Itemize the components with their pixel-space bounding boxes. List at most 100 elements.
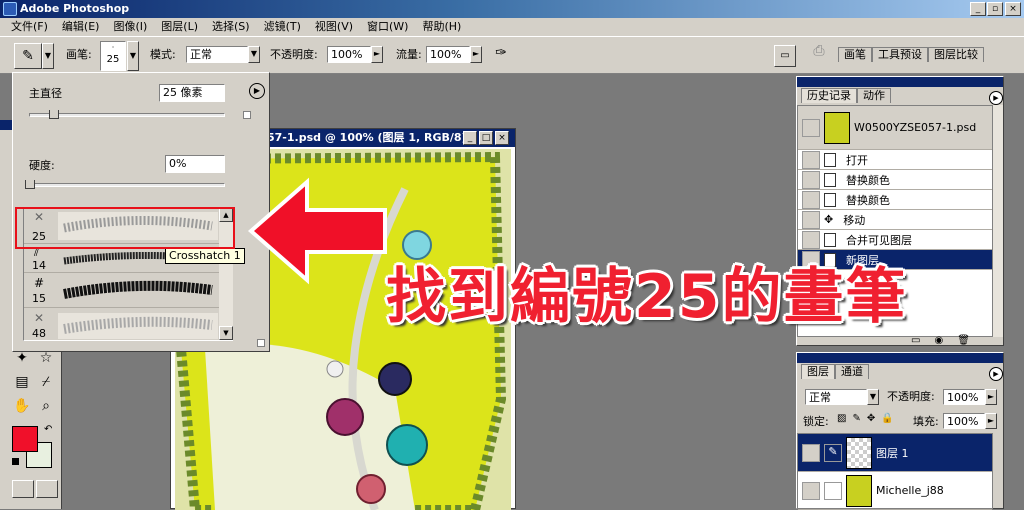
file-browser-icon[interactable]: ▭	[774, 45, 796, 67]
snapshot-brush-icon	[802, 118, 820, 137]
lock-all-icon[interactable]: 🔒	[881, 413, 893, 424]
history-source-checkbox[interactable]	[802, 210, 820, 229]
history-item-label: 替换颜色	[846, 173, 890, 187]
menu-select[interactable]: 选择(S)	[205, 18, 257, 36]
diameter-slider-thumb[interactable]	[49, 110, 59, 119]
eyedropper-tool-icon[interactable]: ⌿	[36, 372, 56, 392]
brush-dot-icon: ·	[111, 43, 115, 52]
mode-select[interactable]: 正常	[186, 46, 248, 63]
foreground-color-swatch[interactable]	[12, 426, 38, 452]
brush-tool-preset-icon[interactable]: ✎	[14, 43, 42, 69]
history-source-checkbox[interactable]	[802, 190, 820, 209]
hardness-slider[interactable]	[29, 183, 225, 187]
menu-window[interactable]: 窗口(W)	[360, 18, 415, 36]
new-snapshot-icon[interactable]: ◉	[934, 335, 943, 346]
app-title: Adobe Photoshop	[20, 2, 130, 15]
master-diameter-input[interactable]: 25 像素	[159, 84, 225, 102]
brush-preset-size: 15	[32, 292, 46, 305]
snapshot-thumbnail	[824, 111, 850, 144]
menu-layer[interactable]: 图层(L)	[154, 18, 205, 36]
well-tab-brushes[interactable]: 画笔	[838, 47, 872, 62]
standard-mode-icon[interactable]	[12, 480, 34, 498]
menu-file[interactable]: 文件(F)	[4, 18, 55, 36]
hardness-slider-thumb[interactable]	[25, 180, 35, 189]
delete-icon[interactable]: 🗑	[957, 335, 970, 346]
scroll-down-button[interactable]: ▼	[219, 326, 233, 340]
flow-slider-button[interactable]: ►	[470, 46, 482, 63]
history-footer: ▭ ◉ 🗑	[911, 335, 970, 346]
quick-mask-icon[interactable]	[36, 480, 58, 498]
blend-mode-dropdown[interactable]: ▼	[867, 389, 879, 405]
tab-history[interactable]: 历史记录	[801, 88, 857, 103]
resize-handle-icon[interactable]	[243, 111, 251, 119]
history-item[interactable]: 替换颜色	[798, 190, 992, 210]
history-source-checkbox[interactable]	[802, 230, 820, 249]
close-button[interactable]: ×	[1005, 2, 1021, 16]
print-icon[interactable]: ⎙	[808, 43, 830, 67]
menu-view[interactable]: 视图(V)	[308, 18, 360, 36]
doc-minimize-button[interactable]: _	[463, 131, 477, 145]
opacity-input[interactable]: 100%	[327, 46, 371, 63]
brush-picker-dropdown[interactable]: ▼	[127, 41, 139, 71]
menu-image[interactable]: 图像(I)	[106, 18, 154, 36]
lock-transparent-icon[interactable]: ▨	[837, 413, 846, 424]
layer-opacity-input[interactable]: 100%	[943, 389, 985, 405]
history-source-checkbox[interactable]	[802, 170, 820, 189]
fill-slider-button[interactable]: ►	[985, 413, 997, 429]
restore-button[interactable]: ▫	[987, 2, 1003, 16]
layer-row[interactable]: Michelle_j88	[798, 472, 992, 510]
history-scrollbar[interactable]	[993, 105, 1003, 337]
lock-position-icon[interactable]: ✥	[867, 413, 875, 424]
master-diameter-label: 主直径	[29, 87, 62, 100]
history-item[interactable]: 打开	[798, 150, 992, 170]
menu-help[interactable]: 帮助(H)	[415, 18, 468, 36]
well-tab-tool-presets[interactable]: 工具预设	[872, 47, 928, 62]
layer-visibility-eye-icon[interactable]	[802, 481, 820, 500]
popup-resize-icon[interactable]	[257, 339, 265, 347]
well-tab-layer-comps[interactable]: 图层比较	[928, 47, 984, 62]
layer-row-selected[interactable]: ✎ 图层 1	[798, 434, 992, 472]
minimize-button[interactable]: _	[970, 2, 986, 16]
menu-filter[interactable]: 滤镜(T)	[257, 18, 308, 36]
menu-edit[interactable]: 编辑(E)	[55, 18, 107, 36]
notes-tool-icon[interactable]: ▤	[12, 372, 32, 392]
new-document-icon[interactable]: ▭	[911, 335, 920, 346]
doc-close-button[interactable]: ×	[495, 131, 509, 145]
blend-mode-select[interactable]: 正常	[805, 389, 867, 405]
default-colors-icon[interactable]	[12, 458, 19, 465]
swap-colors-icon[interactable]: ↶	[44, 424, 52, 435]
opacity-slider-button[interactable]: ►	[371, 46, 383, 63]
history-item[interactable]: ✥ 移动	[798, 210, 992, 230]
layer-link-box[interactable]	[824, 481, 842, 500]
brush-preset-item[interactable]: ✕ 48	[24, 309, 232, 340]
brush-preset-item[interactable]: # 15	[24, 274, 232, 308]
history-item-label: 移动	[843, 213, 866, 227]
fill-input[interactable]: 100%	[943, 413, 985, 429]
snapshot-name: W0500YZSE057-1.psd	[854, 121, 977, 134]
hardness-label: 硬度:	[29, 159, 55, 172]
lock-image-icon[interactable]: ✎	[852, 413, 860, 424]
history-snapshot-row[interactable]: W0500YZSE057-1.psd	[798, 106, 992, 150]
menu-bar: 文件(F) 编辑(E) 图像(I) 图层(L) 选择(S) 滤镜(T) 视图(V…	[0, 18, 1024, 36]
tab-actions[interactable]: 动作	[857, 88, 891, 103]
tab-channels[interactable]: 通道	[835, 364, 869, 379]
history-item[interactable]: 替换颜色	[798, 170, 992, 190]
tool-preset-dropdown[interactable]: ▼	[42, 43, 54, 69]
layers-menu-icon[interactable]: ▶	[989, 367, 1003, 381]
hand-tool-icon[interactable]: ✋	[12, 396, 32, 416]
doc-maximize-button[interactable]: □	[479, 131, 493, 145]
layer-visibility-eye-icon[interactable]	[802, 443, 820, 462]
layer-opacity-slider-button[interactable]: ►	[985, 389, 997, 405]
hardness-input[interactable]: 0%	[165, 155, 225, 173]
highlight-box	[15, 207, 235, 249]
history-menu-icon[interactable]: ▶	[989, 91, 1003, 105]
airbrush-icon[interactable]: ✑	[490, 45, 512, 65]
picker-menu-icon[interactable]: ▶	[249, 83, 265, 99]
zoom-tool-icon[interactable]: ⌕	[36, 396, 56, 416]
brush-picker[interactable]: · 25	[100, 41, 126, 71]
history-source-checkbox[interactable]	[802, 150, 820, 169]
history-item[interactable]: 合并可见图层	[798, 230, 992, 250]
tab-layers[interactable]: 图层	[801, 364, 835, 379]
flow-input[interactable]: 100%	[426, 46, 470, 63]
mode-dropdown[interactable]: ▼	[248, 46, 260, 63]
